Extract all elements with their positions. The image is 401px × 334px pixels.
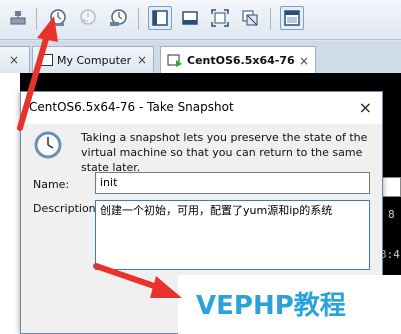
console-text: 8 — [388, 208, 395, 221]
tab-centos[interactable]: CentOS6.5x64-76 × — [160, 46, 316, 74]
snapshot-description-input[interactable]: 创建一个初始，可用，配置了yum源和ip的系统 — [95, 200, 370, 270]
tab-label: CentOS6.5x64-76 — [187, 54, 295, 67]
dialog-titlebar: CentOS6.5x64-76 - Take Snapshot × — [21, 92, 382, 124]
computer-icon — [39, 54, 53, 66]
clock-icon — [34, 131, 62, 159]
toolbar-separator — [138, 8, 139, 30]
tab-strip: × My Computer × CentOS6.5x64-76 × — [0, 41, 401, 74]
vm-running-icon — [167, 54, 182, 67]
take-snapshot-icon[interactable] — [46, 6, 70, 30]
thumbnail-view-icon[interactable] — [280, 6, 304, 30]
background-field — [380, 177, 401, 197]
snapshot-manager-icon[interactable] — [106, 6, 130, 30]
name-label: Name: — [33, 178, 70, 191]
tab-label: My Computer — [57, 53, 132, 67]
tab-close-icon[interactable]: × — [9, 53, 19, 67]
dialog-title: CentOS6.5x64-76 - Take Snapshot — [29, 100, 234, 114]
settings-icon[interactable] — [6, 6, 30, 30]
dialog-description: Taking a snapshot lets you preserve the … — [81, 131, 368, 174]
console-view-icon[interactable] — [148, 6, 172, 30]
watermark-text: VEPHP教程 — [196, 291, 346, 321]
tab-previous[interactable]: × — [0, 46, 30, 73]
description-label: Description: — [33, 202, 100, 215]
toolbar-separator — [270, 8, 271, 30]
tab-my-computer[interactable]: My Computer × — [32, 46, 154, 73]
snapshot-name-input[interactable]: init — [95, 172, 370, 194]
revert-snapshot-icon[interactable] — [76, 6, 100, 30]
tab-close-icon[interactable]: × — [299, 54, 309, 68]
sidebar-edge — [0, 73, 20, 334]
unity-icon[interactable] — [238, 6, 262, 30]
toolbar — [0, 0, 401, 40]
fit-window-icon[interactable] — [208, 6, 232, 30]
close-icon[interactable]: × — [359, 98, 372, 117]
tab-close-icon[interactable]: × — [137, 53, 147, 67]
toolbar-separator — [36, 8, 37, 30]
watermark: VEPHP教程 — [178, 275, 401, 334]
fullscreen-bar-icon[interactable] — [178, 6, 202, 30]
